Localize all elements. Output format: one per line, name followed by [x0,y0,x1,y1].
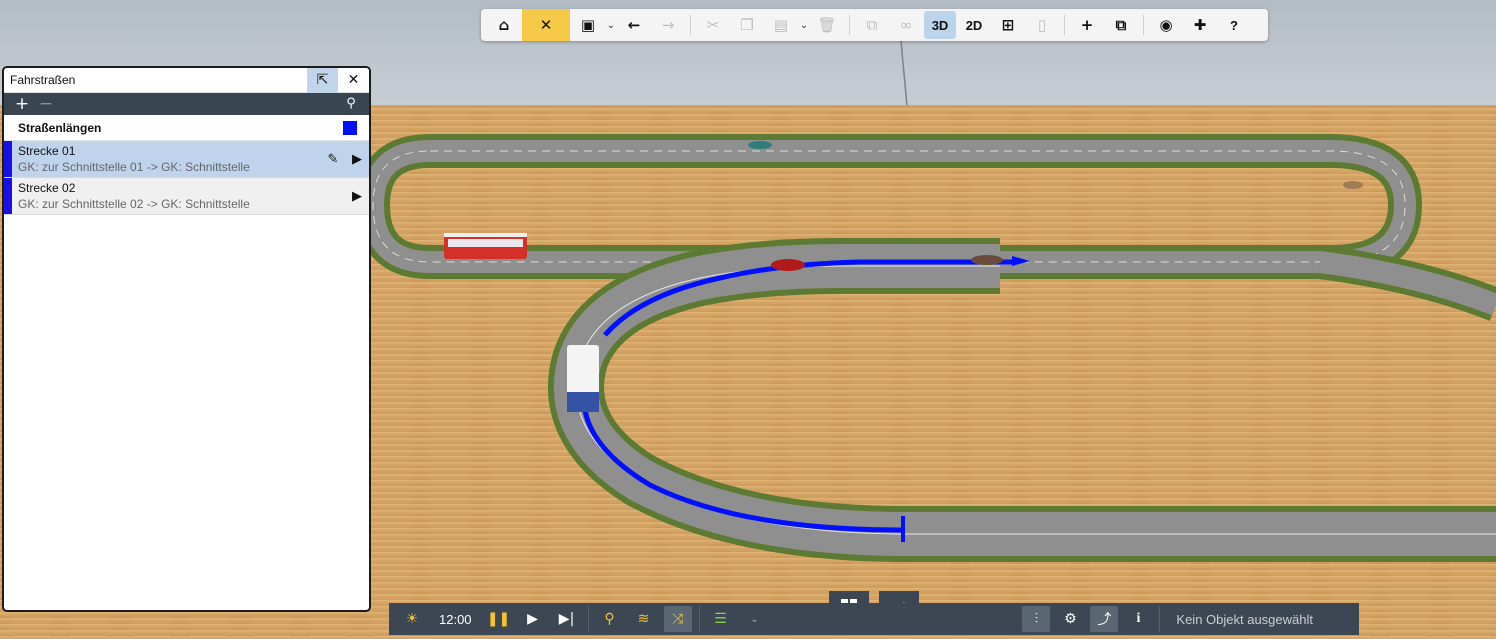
edit-pencil-icon[interactable]: ✎ [321,152,345,167]
info-button[interactable]: i [1124,606,1152,632]
magnifier-icon[interactable]: ⚲ [596,606,624,632]
list-dropdown-chevron-icon[interactable]: ⌄ [741,606,769,632]
window-icon[interactable]: ⧉ [1105,11,1137,39]
sliders-icon[interactable]: ⫶ [1022,606,1051,632]
view-2d-button[interactable]: 2D [958,11,990,39]
toolbar-divider [1064,15,1065,35]
route-name: Strecke 02 [18,180,76,195]
grid-icon[interactable]: ⊞ [992,11,1024,39]
paste-icon[interactable]: ▤ [765,11,797,39]
shuffle-routes-icon[interactable]: ⤨ [663,606,692,632]
route-group-row[interactable]: Straßenlängen [4,115,369,141]
routes-panel: Fahrstraßen ⇱ ✕ + − ⚲ Straßenlängen Stre… [2,66,371,612]
red-bus[interactable] [444,233,527,259]
main-toolbar: ⌂ ✕ ▣ ⌄ ← → ✂ ❐ ▤ ⌄ 🗑 ⧉ ∞ 3D 2D ⊞ ▯ + ⧉ … [481,9,1268,41]
plus-icon[interactable]: + [1071,11,1103,39]
panel-header: Fahrstraßen ⇱ ✕ [4,68,369,93]
selection-status: Kein Objekt ausgewählt [1176,611,1313,627]
group-icon[interactable]: ⧉ [856,11,888,39]
time-display[interactable]: 12:00 [439,612,472,627]
link-icon[interactable]: ∞ [890,11,922,39]
route-color-bar [4,178,12,214]
trash-icon[interactable]: 🗑 [811,11,843,39]
play-icon[interactable]: ▶ [345,152,369,167]
save-dropdown-chevron-icon[interactable]: ⌄ [605,20,617,31]
camera-icon[interactable]: ◉ [1150,11,1182,39]
tools-icon[interactable]: ✕ [522,9,570,41]
play-icon[interactable]: ▶ [345,189,369,204]
help-button[interactable]: ? [1218,11,1250,39]
route-color-bar [4,141,12,177]
route-description: GK: zur Schnittstelle 02 -> GK: Schnitts… [18,196,250,211]
route-row-strecke-01[interactable]: Strecke 01 GK: zur Schnittstelle 01 -> G… [4,141,369,178]
toolbar-divider [690,15,691,35]
search-icon[interactable]: ⚲ [339,94,363,114]
add-icon[interactable]: + [10,94,34,114]
group-color-swatch[interactable] [343,120,357,135]
route-network-icon[interactable]: ⤴ [1090,606,1119,632]
play-icon[interactable]: ▶ [519,606,547,632]
view-3d-button[interactable]: 3D [924,11,956,39]
puzzle-icon[interactable]: ✚ [1184,11,1216,39]
panel-toolbar: + − ⚲ [4,93,369,115]
group-label: Straßenlängen [18,120,102,135]
blue-bus[interactable] [567,345,599,412]
panel-title: Fahrstraßen [10,73,76,87]
step-forward-icon[interactable]: ▶| [553,606,581,632]
redo-icon[interactable]: → [652,11,684,39]
bottom-toolbar: ☀ 12:00 ❚❚ ▶ ▶| ⚲ ≋ ⤨ ☰ ⌄ ⫶ ⚙ ⤴ i Kein O… [389,603,1359,635]
layers-icon[interactable]: ≋ [630,606,658,632]
train-icon[interactable]: ▯ [1026,11,1058,39]
toolbar-divider [1143,15,1144,35]
pause-icon[interactable]: ❚❚ [485,606,513,632]
route-row-strecke-02[interactable]: Strecke 02 GK: zur Schnittstelle 02 -> G… [4,178,369,215]
copy-icon[interactable]: ❐ [731,11,763,39]
cut-icon[interactable]: ✂ [697,11,729,39]
close-icon[interactable]: ✕ [338,68,369,93]
route-name: Strecke 01 [18,143,76,158]
undo-icon[interactable]: ← [618,11,650,39]
popout-icon[interactable]: ⇱ [307,68,338,93]
save-icon[interactable]: ▣ [572,11,604,39]
route-description: GK: zur Schnittstelle 01 -> GK: Schnitts… [18,159,250,174]
home-icon[interactable]: ⌂ [488,11,520,39]
paste-dropdown-chevron-icon[interactable]: ⌄ [798,20,810,31]
red-car[interactable] [771,259,805,271]
list-icon[interactable]: ☰ [707,606,735,632]
toolbar-divider [849,15,850,35]
brown-car[interactable] [971,255,1003,265]
tan-car[interactable] [1343,181,1363,189]
teal-car[interactable] [748,141,772,149]
gear-icon[interactable]: ⚙ [1056,606,1084,632]
remove-icon[interactable]: − [34,94,58,114]
sun-icon[interactable]: ☀ [398,606,426,632]
